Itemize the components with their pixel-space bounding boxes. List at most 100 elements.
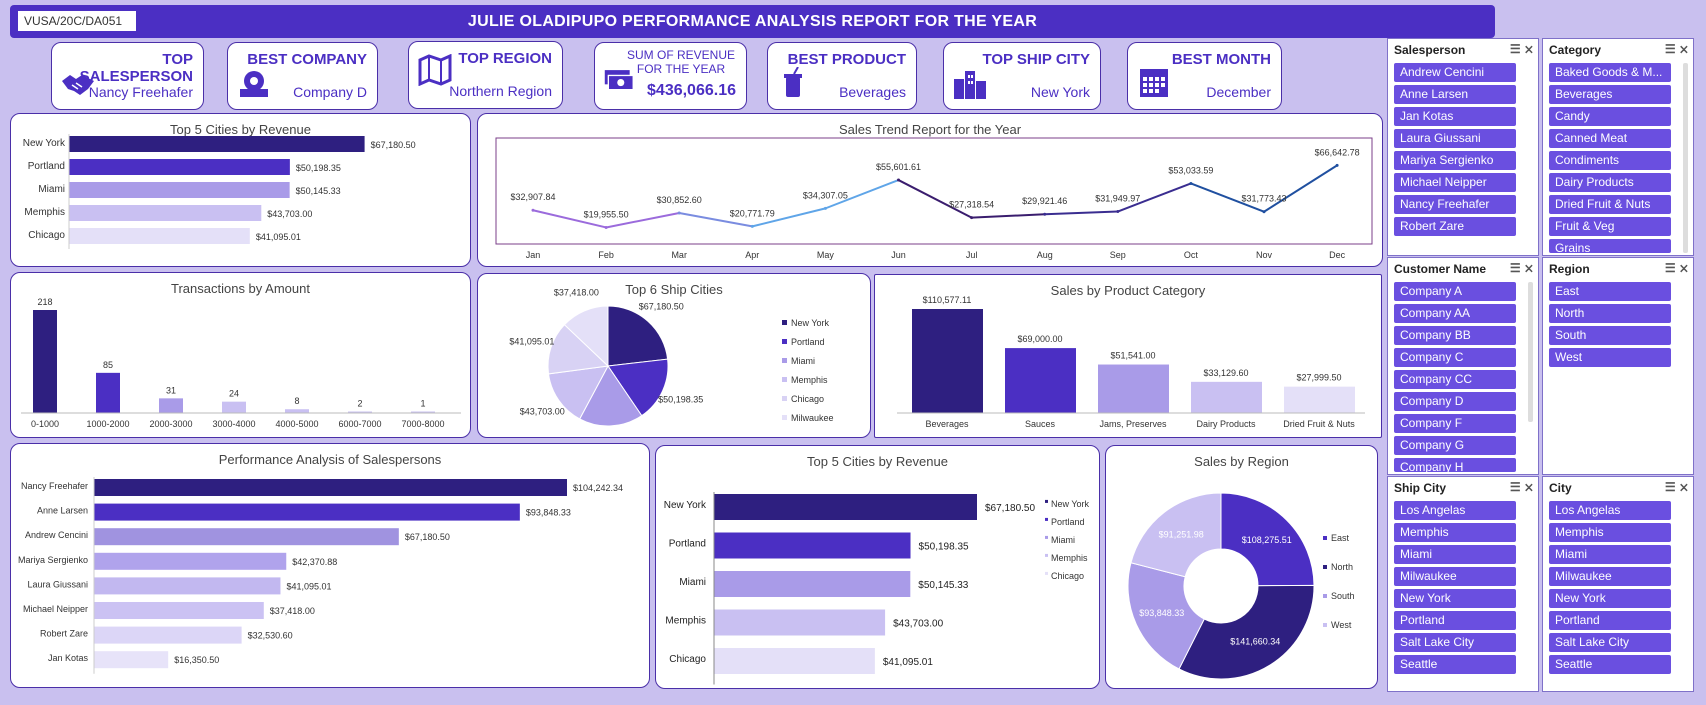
data-label: $31,949.97 — [1095, 194, 1140, 204]
city-icon — [954, 71, 986, 99]
slicer-item[interactable]: Company F — [1394, 414, 1516, 433]
slicer-item[interactable]: Company A — [1394, 282, 1516, 301]
x-tick-label: Sauces — [1025, 419, 1056, 429]
slicer-item[interactable]: Portland — [1394, 611, 1516, 630]
legend-label: North — [1331, 562, 1353, 572]
data-label: $50,145.33 — [918, 580, 968, 591]
slicer-item[interactable]: Canned Meat — [1549, 129, 1671, 148]
scrollbar[interactable] — [1683, 63, 1688, 253]
slicer-item[interactable]: Robert Zare — [1394, 217, 1516, 236]
slicer-item[interactable]: Miami — [1394, 545, 1516, 564]
data-label: $50,145.33 — [296, 186, 341, 196]
slicer-item[interactable]: New York — [1394, 589, 1516, 608]
data-label: $19,955.50 — [584, 209, 629, 219]
legend-label: Memphis — [1051, 553, 1088, 563]
data-label: $42,370.88 — [292, 557, 337, 567]
slicer-item[interactable]: West — [1549, 348, 1671, 367]
slicer-city[interactable]: City ☰ ⨯ Los Angelas Memphis Miami Milwaukee N… — [1542, 476, 1694, 692]
slicer-item[interactable]: Fruit & Veg — [1549, 217, 1671, 236]
slicer-item[interactable]: Company D — [1394, 392, 1516, 411]
slicer-item[interactable]: Michael Neipper — [1394, 173, 1516, 192]
slicer-item[interactable]: Los Angelas — [1394, 501, 1516, 520]
kpi-top-ship-city: TOP SHIP CITY New York — [943, 42, 1101, 110]
slicer-title: City ☰ ⨯ — [1549, 480, 1689, 495]
slicer-item[interactable]: Portland — [1549, 611, 1671, 630]
bar — [94, 503, 520, 521]
bar — [159, 398, 183, 413]
bar — [1191, 381, 1262, 413]
slicer-item[interactable]: Candy — [1549, 107, 1671, 126]
legend-swatch — [782, 358, 787, 363]
slicer-item[interactable]: Memphis — [1549, 523, 1671, 542]
slicer-item[interactable]: North — [1549, 304, 1671, 323]
slicer-item[interactable]: Salt Lake City — [1549, 633, 1671, 652]
slicer-customer-name[interactable]: Customer Name ☰ ⨯ Company A Company AA Compa… — [1387, 257, 1539, 475]
data-point — [604, 225, 608, 229]
kpi-value: New York — [1030, 84, 1090, 100]
slicer-item[interactable]: Laura Giussani — [1394, 129, 1516, 148]
multi-select-icon[interactable]: ☰ ⨯ — [1510, 261, 1534, 275]
slicer-item[interactable]: Seattle — [1549, 655, 1671, 674]
legend-label: Chicago — [1051, 571, 1084, 581]
bar — [69, 159, 290, 175]
category-label: Miami — [679, 577, 706, 588]
slicer-region[interactable]: Region ☰ ⨯ East North South West — [1542, 257, 1694, 475]
slicer-category[interactable]: Category ☰ ⨯ Baked Goods & M... Beverages Ca… — [1542, 38, 1694, 256]
data-label: $50,198.35 — [919, 542, 969, 553]
slicer-item[interactable]: Company G — [1394, 436, 1516, 455]
slicer-item[interactable]: Company C — [1394, 348, 1516, 367]
kpi-best-product: BEST PRODUCT Beverages — [767, 42, 917, 110]
line-segment — [1263, 164, 1338, 213]
slicer-item[interactable]: Mariya Sergienko — [1394, 151, 1516, 170]
slicer-item[interactable]: Dried Fruit & Nuts — [1549, 195, 1671, 214]
legend-swatch — [782, 415, 787, 420]
slicer-item[interactable]: Milwaukee — [1394, 567, 1516, 586]
kpi-title: BEST PRODUCT — [787, 51, 906, 68]
slicer-item[interactable]: East — [1549, 282, 1671, 301]
data-label: $93,848.33 — [1139, 608, 1184, 618]
multi-select-icon[interactable]: ☰ ⨯ — [1665, 42, 1689, 56]
slicer-item[interactable]: Dairy Products — [1549, 173, 1671, 192]
slicer-item[interactable]: Andrew Cencini — [1394, 63, 1516, 82]
slicer-salesperson[interactable]: Salesperson ☰ ⨯ Andrew Cencini Anne Larsen J… — [1387, 38, 1539, 256]
data-label: 2 — [357, 399, 362, 409]
slicer-item[interactable]: Los Angelas — [1549, 501, 1671, 520]
slicer-item[interactable]: Company CC — [1394, 370, 1516, 389]
multi-select-icon[interactable]: ☰ ⨯ — [1510, 42, 1534, 56]
slicer-item[interactable]: Nancy Freehafer — [1394, 195, 1516, 214]
slicer-item[interactable]: Condiments — [1549, 151, 1671, 170]
data-label: $55,601.61 — [876, 162, 921, 172]
slicer-item[interactable]: Anne Larsen — [1394, 85, 1516, 104]
slicer-title: Category ☰ ⨯ — [1549, 42, 1689, 57]
slicer-item[interactable]: Grains — [1549, 239, 1671, 253]
cash-icon — [604, 70, 634, 91]
data-label: $108,275.51 — [1242, 535, 1292, 545]
slicer-ship-city[interactable]: Ship City ☰ ⨯ Los Angelas Memphis Miami Milwa… — [1387, 476, 1539, 692]
multi-select-icon[interactable]: ☰ ⨯ — [1665, 261, 1689, 275]
kpi-value: December — [1206, 84, 1271, 100]
slicer-item[interactable]: Company H — [1394, 458, 1516, 472]
data-label: $41,095.01 — [883, 657, 933, 668]
slicer-item[interactable]: Baked Goods & M... — [1549, 63, 1671, 82]
data-label: $67,180.50 — [639, 301, 684, 311]
multi-select-icon[interactable]: ☰ ⨯ — [1665, 480, 1689, 494]
slicer-item[interactable]: New York — [1549, 589, 1671, 608]
slicer-item[interactable]: Jan Kotas — [1394, 107, 1516, 126]
slicer-item[interactable]: Milwaukee — [1549, 567, 1671, 586]
slicer-item[interactable]: Company BB — [1394, 326, 1516, 345]
category-label: Chicago — [669, 654, 706, 665]
slicer-item[interactable]: South — [1549, 326, 1671, 345]
line-segment — [971, 213, 1045, 219]
kpi-value: Northern Region — [449, 83, 552, 99]
slicer-item[interactable]: Salt Lake City — [1394, 633, 1516, 652]
scrollbar[interactable] — [1528, 282, 1533, 422]
slicer-item[interactable]: Memphis — [1394, 523, 1516, 542]
data-point — [1262, 210, 1266, 214]
slicer-item[interactable]: Company AA — [1394, 304, 1516, 323]
slicer-item[interactable]: Miami — [1549, 545, 1671, 564]
slicer-item[interactable]: Seattle — [1394, 655, 1516, 674]
data-label: $33,129.60 — [1203, 368, 1248, 378]
multi-select-icon[interactable]: ☰ ⨯ — [1510, 480, 1534, 494]
data-label: $67,180.50 — [405, 532, 450, 542]
slicer-item[interactable]: Beverages — [1549, 85, 1671, 104]
